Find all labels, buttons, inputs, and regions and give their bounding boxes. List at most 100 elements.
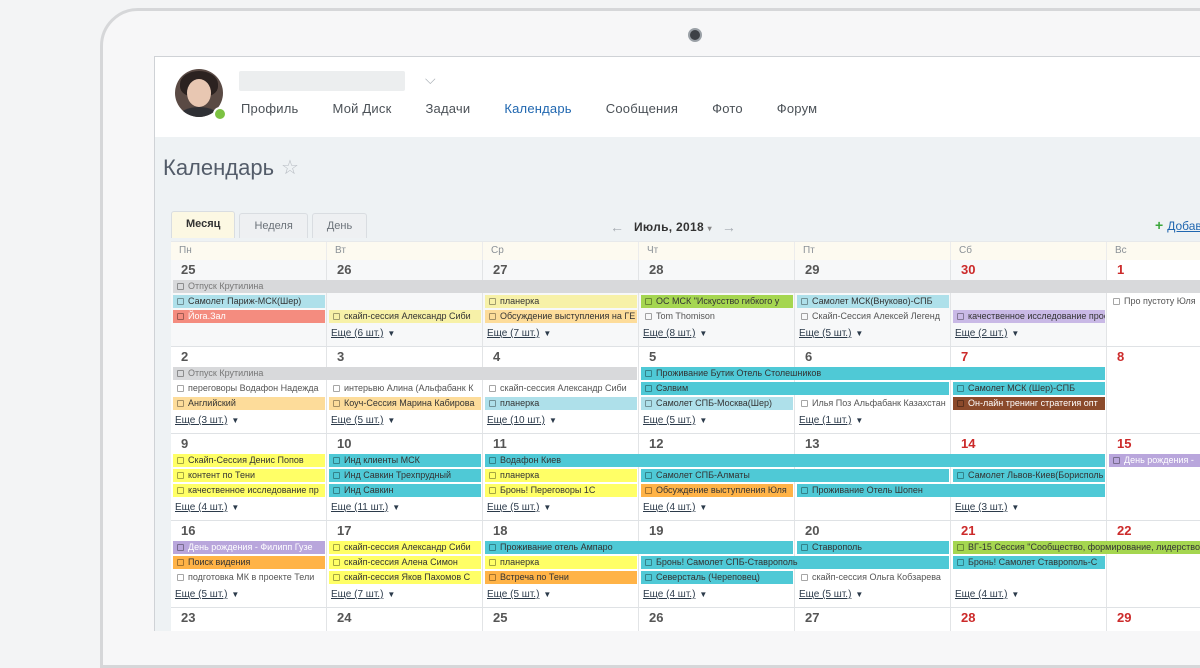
calendar-event[interactable]: Обсуждение выступления на ГЕ — [485, 310, 637, 323]
arrow-left-icon[interactable]: ← — [610, 219, 624, 235]
calendar-event[interactable]: Проживание отель Ампаро — [485, 541, 793, 554]
calendar-event[interactable]: Коуч-Сессия Марина Кабирова — [329, 397, 481, 410]
calendar-event[interactable]: Самолет Львов-Киев(Борисполь — [953, 469, 1105, 482]
more-events-link[interactable]: Еще (11 шт.) ▼ — [331, 502, 400, 513]
calendar-event[interactable]: Отпуск Крутилина — [173, 367, 637, 380]
calendar-event[interactable]: Отпуск Крутилина — [173, 280, 1200, 293]
calendar-event[interactable]: Про пустоту Юля — [1109, 295, 1200, 308]
calendar-event[interactable]: Илья Поз Альфабанк Казахстан — [797, 397, 949, 410]
calendar-event[interactable]: Бронь! Переговоры 1С — [485, 484, 637, 497]
calendar-event[interactable]: День рождения - Филипп Гузе — [173, 541, 325, 554]
tab-0[interactable]: Месяц — [171, 211, 236, 238]
calendar-event[interactable]: планерка — [485, 469, 637, 482]
more-events-link[interactable]: Еще (5 шт.) ▼ — [799, 328, 863, 339]
calendar-event[interactable]: переговоры Водафон Надежда — [173, 382, 325, 395]
calendar-event[interactable]: Встреча по Тени — [485, 571, 637, 584]
more-events-link[interactable]: Еще (5 шт.) ▼ — [799, 589, 863, 600]
chevron-down-icon[interactable]: ⌵ — [425, 71, 436, 88]
calendar-event[interactable]: планерка — [485, 397, 637, 410]
more-events-link[interactable]: Еще (10 шт.) ▼ — [487, 415, 557, 426]
calendar-event[interactable]: скайп-сессия Ольга Кобзарева — [797, 571, 949, 584]
calendar-event[interactable]: Скайп-Сессия Алексей Легенд — [797, 310, 949, 323]
day-cell[interactable]: 25 — [483, 608, 639, 631]
calendar-event[interactable]: Сэлвим — [641, 382, 949, 395]
calendar-event[interactable]: Он-лайн тренинг стратегия опт — [953, 397, 1105, 410]
calendar-event[interactable]: Самолет МСК(Внуково)-СПБ — [797, 295, 949, 308]
nav-item-3[interactable]: Календарь — [504, 101, 571, 116]
calendar-event[interactable]: скайп-сессия Александр Сиби — [329, 541, 481, 554]
more-events-link[interactable]: Еще (5 шт.) ▼ — [487, 502, 551, 513]
more-events-link[interactable]: Еще (3 шт.) ▼ — [175, 415, 239, 426]
more-events-link[interactable]: Еще (7 шт.) ▼ — [487, 328, 551, 339]
nav-item-4[interactable]: Сообщения — [606, 101, 678, 116]
calendar-event[interactable]: скайп-сессия Алена Симон — [329, 556, 481, 569]
more-events-link[interactable]: Еще (2 шт.) ▼ — [955, 328, 1019, 339]
calendar-event[interactable]: ОС МСК "Искусство гибкого у — [641, 295, 793, 308]
day-cell[interactable]: 22 — [1107, 521, 1200, 607]
more-events-link[interactable]: Еще (4 шт.) ▼ — [955, 589, 1019, 600]
calendar-event[interactable]: Скайп-Сессия Денис Попов — [173, 454, 325, 467]
nav-item-2[interactable]: Задачи — [425, 101, 470, 116]
calendar-event[interactable]: планерка — [485, 295, 637, 308]
more-events-link[interactable]: Еще (6 шт.) ▼ — [331, 328, 395, 339]
day-cell[interactable]: 28 — [951, 608, 1107, 631]
calendar-event[interactable]: Инд Савкин — [329, 484, 481, 497]
nav-item-5[interactable]: Фото — [712, 101, 743, 116]
day-cell[interactable]: 23 — [171, 608, 327, 631]
calendar-event[interactable]: Проживание Отель Шопен — [797, 484, 1105, 497]
calendar-event[interactable]: День рождения - — [1109, 454, 1200, 467]
calendar-event[interactable]: Ставрополь — [797, 541, 949, 554]
more-events-link[interactable]: Еще (5 шт.) ▼ — [331, 415, 395, 426]
calendar-event[interactable]: планерка — [485, 556, 637, 569]
nav-item-1[interactable]: Мой Диск — [333, 101, 392, 116]
more-events-link[interactable]: Еще (5 шт.) ▼ — [643, 415, 707, 426]
calendar-event[interactable]: Самолет Париж-МСК(Шер) — [173, 295, 325, 308]
calendar-event[interactable]: скайп-сессия Яков Пахомов С — [329, 571, 481, 584]
calendar-event[interactable]: Английский — [173, 397, 325, 410]
more-events-link[interactable]: Еще (4 шт.) ▼ — [175, 502, 239, 513]
tab-1[interactable]: Неделя — [239, 213, 308, 238]
star-icon[interactable]: ☆ — [281, 155, 299, 180]
nav-item-0[interactable]: Профиль — [241, 101, 299, 116]
calendar-event[interactable]: Инд клиенты МСК — [329, 454, 481, 467]
calendar-event[interactable]: Проживание Бутик Отель Столешников — [641, 367, 1105, 380]
more-events-link[interactable]: Еще (8 шт.) ▼ — [643, 328, 707, 339]
calendar-event[interactable]: качественное исследование пр — [173, 484, 325, 497]
arrow-right-icon[interactable]: → — [722, 219, 736, 235]
tab-2[interactable]: День — [311, 213, 368, 238]
calendar-event[interactable]: Обсуждение выступления Юля — [641, 484, 793, 497]
calendar-event[interactable]: подготовка МК в проекте Тели — [173, 571, 325, 584]
calendar-event[interactable]: Самолет МСК (Шер)-СПБ — [953, 382, 1105, 395]
day-cell[interactable]: 15 — [1107, 434, 1200, 520]
day-cell[interactable]: 24 — [327, 608, 483, 631]
month-selector[interactable]: Июль, 2018 ▾ — [634, 220, 712, 234]
calendar-event[interactable]: Бронь! Самолет Ставрополь-С — [953, 556, 1105, 569]
more-events-link[interactable]: Еще (4 шт.) ▼ — [643, 589, 707, 600]
calendar-event[interactable]: Бронь! Самолет СПБ-Ставрополь — [641, 556, 949, 569]
calendar-event[interactable]: скайп-сессия Александр Сиби — [329, 310, 481, 323]
add-event-button[interactable]: + Добав — [1155, 217, 1200, 233]
more-events-link[interactable]: Еще (4 шт.) ▼ — [643, 502, 707, 513]
day-cell[interactable]: 8 — [1107, 347, 1200, 433]
calendar-event[interactable]: ВГ-15 Сессия "Сообщество, формирование, … — [953, 541, 1200, 554]
calendar-event[interactable]: контент по Тени — [173, 469, 325, 482]
calendar-event[interactable]: Поиск видения — [173, 556, 325, 569]
more-events-link[interactable]: Еще (1 шт.) ▼ — [799, 415, 863, 426]
calendar-event[interactable]: Самолет СПБ-Алматы — [641, 469, 949, 482]
day-cell[interactable]: 27 — [795, 608, 951, 631]
calendar-event[interactable]: Йога.Зал — [173, 310, 325, 323]
more-events-link[interactable]: Еще (3 шт.) ▼ — [955, 502, 1019, 513]
username-blurred[interactable] — [239, 71, 405, 91]
nav-item-6[interactable]: Форум — [777, 101, 818, 116]
more-events-link[interactable]: Еще (5 шт.) ▼ — [487, 589, 551, 600]
calendar-event[interactable]: Северсталь (Череповец) — [641, 571, 793, 584]
calendar-event[interactable]: скайп-сессия Александр Сиби — [485, 382, 637, 395]
calendar-event[interactable]: Водафон Киев — [485, 454, 1105, 467]
day-cell[interactable]: 29 — [1107, 608, 1200, 631]
calendar-event[interactable]: Tom Thomison — [641, 310, 793, 323]
calendar-event[interactable]: Самолет СПБ-Москва(Шер) — [641, 397, 793, 410]
calendar-event[interactable]: интерьвю Алина (Альфабанк К — [329, 382, 481, 395]
more-events-link[interactable]: Еще (5 шт.) ▼ — [175, 589, 239, 600]
day-cell[interactable]: 26 — [639, 608, 795, 631]
calendar-event[interactable]: Инд Савкин Трехпрудный — [329, 469, 481, 482]
